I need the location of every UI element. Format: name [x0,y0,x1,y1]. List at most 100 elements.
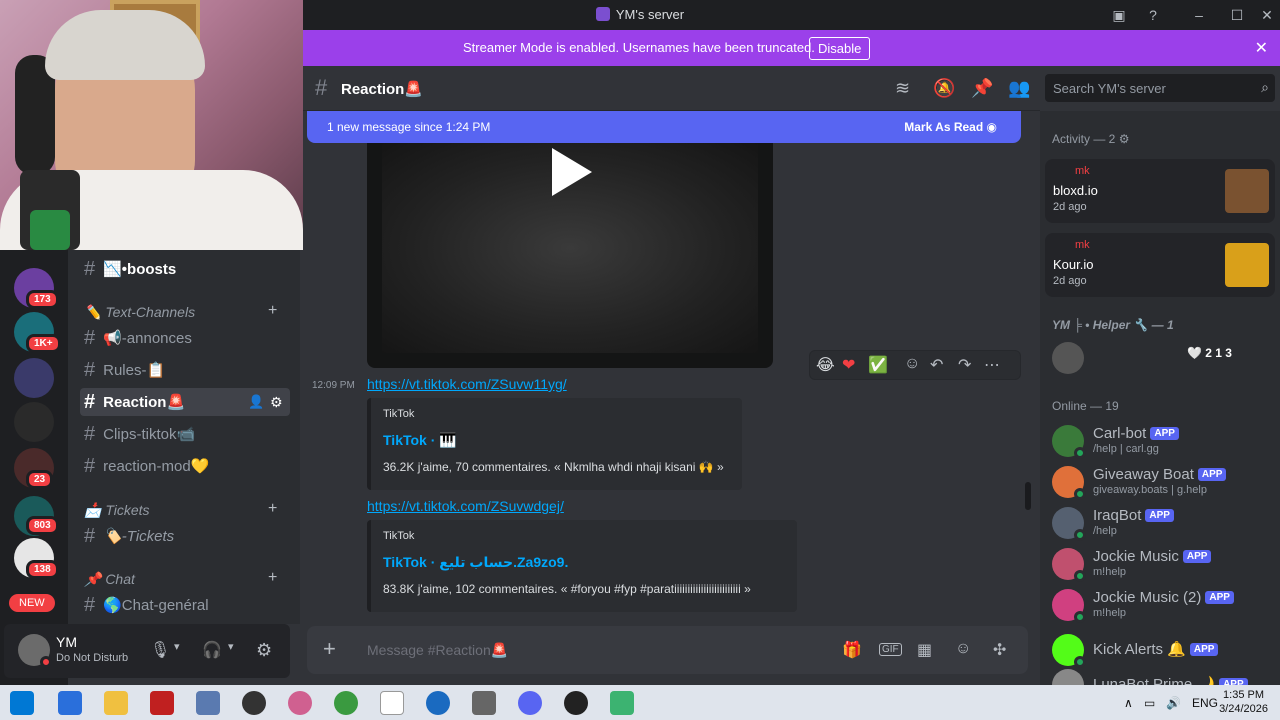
channel-annonces[interactable]: # 📢-annonces [80,324,290,352]
inbox-icon[interactable]: ▣ [1110,6,1128,24]
maximize-button[interactable]: ☐ [1228,6,1246,24]
category-chat[interactable]: 📌 Chat [84,571,135,588]
microphone-icon[interactable]: 🎙 [150,640,170,660]
file-explorer-icon[interactable] [104,691,128,715]
attach-icon[interactable]: + [323,636,336,662]
member-item[interactable]: 🤍 2 1 3 [1052,340,1272,376]
avatar[interactable] [18,634,52,668]
user-panel: YM Do Not Disturb 🎙 ▾ 🎧 ▾ ⚙ [4,624,290,678]
channel-boosts[interactable]: # 📉•boosts [80,255,290,283]
app-icon[interactable] [472,691,496,715]
activity-card[interactable]: mk bloxd.io 2d ago [1045,159,1275,223]
gear-icon[interactable]: ⚙ [256,640,272,661]
app-badge: APP [1145,509,1174,522]
windows-start-icon[interactable] [10,691,34,715]
gif-icon[interactable]: GIF [879,643,902,656]
channel-reaction-mod[interactable]: # reaction-mod💛 [80,452,290,480]
pin-icon[interactable]: 📌 [971,78,993,99]
more-icon[interactable]: ⋯ [984,355,1000,375]
dnd-status-icon [40,656,52,668]
embed-description: 83.8K j'aime, 102 commentaires. « #foryo… [383,582,751,596]
notepad-icon[interactable] [380,691,404,715]
channel-rules[interactable]: # Rules-📋 [80,356,290,384]
emoji-icon[interactable]: ☺ [955,640,971,658]
mic-light [30,210,70,250]
threads-icon[interactable]: ≋ [895,78,910,99]
channel-chat-general[interactable]: # 🌎Chat-genéral [80,591,290,619]
obs-icon[interactable] [242,691,266,715]
member-item[interactable]: Jockie Music APP m!help [1052,546,1272,582]
minimize-button[interactable]: – [1190,6,1208,24]
help-icon[interactable]: ? [1144,6,1162,24]
close-icon[interactable]: ✕ [1255,38,1268,58]
embed-title[interactable]: TikTok · حساب تليع.Za9zo9. [383,554,568,571]
member-name: Carl-bot APP [1093,425,1179,442]
channel-tickets[interactable]: # 🏷️-Tickets [80,522,290,550]
search-input[interactable]: Search YM's server ⌕ [1045,74,1275,102]
voicemod-icon[interactable] [150,691,174,715]
app-icon[interactable] [610,691,634,715]
new-messages-bar[interactable]: 1 new message since 1:24 PM Mark As Read… [307,111,1021,143]
network-icon[interactable]: ▭ [1144,696,1155,710]
member-tag: 🤍 2 1 3 [1187,346,1232,360]
video-embed[interactable] [367,143,773,368]
member-item[interactable]: IraqBot APP/help [1052,505,1272,541]
member-name: Jockie Music (2) APP [1093,589,1234,606]
reply-icon[interactable]: ↶ [930,355,943,375]
paint-icon[interactable] [288,691,312,715]
online-header: Online — 19 [1052,399,1119,413]
headphones-icon[interactable]: 🎧 [202,640,222,660]
member-item[interactable]: Jockie Music (2) APP m!help [1052,587,1272,623]
language-indicator[interactable]: ENG [1192,696,1218,710]
new-badge[interactable]: NEW [9,594,55,612]
heart-reaction[interactable]: ❤ [842,355,855,375]
add-channel-icon[interactable]: + [268,500,277,518]
sticker-icon[interactable]: ▦ [917,640,932,660]
store-icon[interactable] [58,691,82,715]
channel-clips-tiktok[interactable]: # Clips-tiktok📹 [80,420,290,448]
check-reaction[interactable]: ✅ [868,355,888,375]
forward-icon[interactable]: ↷ [958,355,971,375]
tiktok-link[interactable]: https://vt.tiktok.com/ZSuvwdgej/ [367,498,564,514]
scrollbar[interactable] [1025,482,1031,510]
add-channel-icon[interactable]: + [268,569,277,587]
member-item[interactable]: Giveaway Boat APP giveaway.boats | g.help [1052,464,1272,500]
app-icon[interactable] [426,691,450,715]
online-status-icon [1074,529,1086,541]
member-item[interactable]: Carl-bot APP/help | carl.gg [1052,423,1272,459]
message-composer[interactable]: + Message #Reaction🚨 🎁 GIF ▦ ☺ ✣ [307,626,1028,674]
category-text-channels[interactable]: ✏️ Text-Channels [84,304,195,321]
discord-icon[interactable] [518,691,542,715]
gift-icon[interactable]: 🎁 [842,640,862,660]
tray-chevron-icon[interactable]: ∧ [1124,696,1133,710]
app-icon[interactable] [196,691,220,715]
notification-bell-icon[interactable]: 🔕 [933,78,955,99]
channel-reaction[interactable]: # Reaction🚨 👤 ⚙ [80,388,290,416]
play-icon[interactable] [552,148,592,196]
close-window-button[interactable]: ✕ [1258,6,1276,24]
app-icon[interactable] [564,691,588,715]
clock[interactable]: 1:35 PM 3/24/2026 [1219,688,1268,716]
add-channel-icon[interactable]: + [268,302,277,320]
volume-icon[interactable]: 🔊 [1166,696,1181,710]
mark-as-read-button[interactable]: Mark As Read ◉ [904,120,997,134]
invite-icon[interactable]: 👤 [248,388,264,416]
chevron-down-icon[interactable]: ▾ [228,640,234,653]
tiktok-link[interactable]: https://vt.tiktok.com/ZSuvw11yg/ [367,376,567,392]
activity-card[interactable]: mk Kour.io 2d ago [1045,233,1275,297]
member-list-icon[interactable]: 👥 [1008,78,1030,99]
member-item[interactable]: Kick Alerts 🔔 APP [1052,632,1272,668]
chrome-icon[interactable] [334,691,358,715]
server-icon[interactable] [14,402,54,442]
member-name-text: Giveaway Boat [1093,466,1194,483]
category-tickets[interactable]: 📩 Tickets [84,502,150,519]
gear-icon[interactable]: ⚙ [270,388,283,416]
message-input[interactable]: Message #Reaction🚨 [367,642,508,659]
add-reaction-icon[interactable]: ☺ [904,355,920,373]
chevron-down-icon[interactable]: ▾ [174,640,180,653]
embed-title[interactable]: TikTok · 🎹 [383,432,457,449]
disable-button[interactable]: Disable [809,37,871,60]
laugh-reaction[interactable]: 😂 [816,355,835,375]
apps-icon[interactable]: ✣ [993,640,1006,660]
server-icon[interactable] [14,358,54,398]
